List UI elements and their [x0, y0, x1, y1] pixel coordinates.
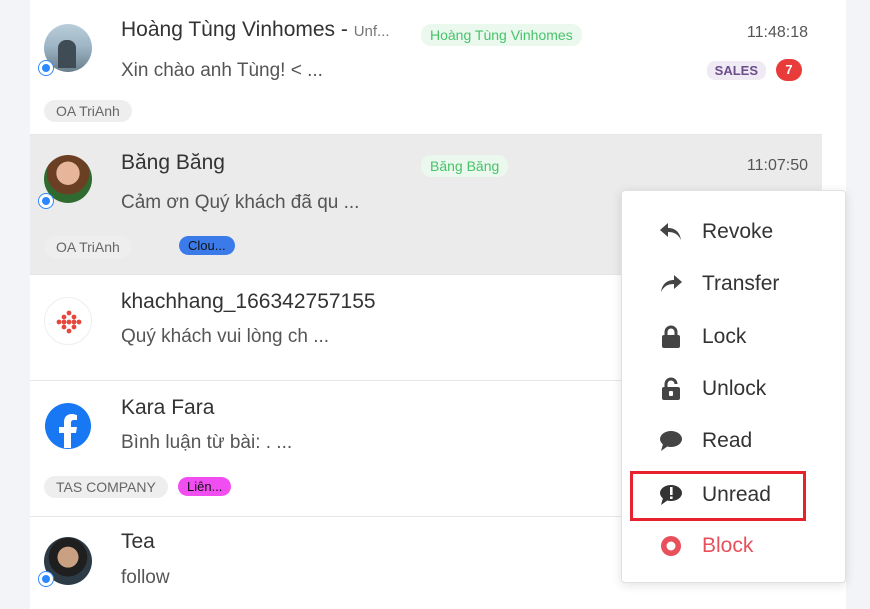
contact-tag: Băng Băng: [421, 155, 509, 177]
label-badge: SALES: [706, 61, 766, 80]
message-preview: Xin chào anh Tùng! < ...: [121, 60, 323, 81]
message-preview: Quý khách vui lòng ch ...: [121, 326, 330, 347]
unread-count-badge: 7: [776, 59, 802, 81]
transfer-icon: [658, 271, 684, 297]
contact-name: Tea: [121, 530, 155, 553]
menu-item-label: Read: [702, 429, 753, 452]
oa-tag: OA TriAnh: [44, 236, 132, 258]
menu-item-transfer[interactable]: Transfer: [622, 258, 845, 310]
contact-name: khachhang_166342757155: [121, 290, 376, 313]
message-preview: Cảm ơn Quý khách đã qu ...: [121, 192, 360, 213]
menu-item-label: Unlock: [702, 377, 767, 400]
contact-name: Kara Fara: [121, 396, 215, 419]
contact-name-suffix: Unf...: [353, 23, 390, 40]
label-pill: Clou...: [179, 236, 235, 255]
zalo-icon: [38, 571, 54, 587]
zalo-icon: [38, 60, 54, 76]
lock-icon: [658, 324, 684, 350]
contact-name: Băng Băng: [121, 151, 225, 174]
context-menu: Revoke Transfer Lock Unlock Read Unread: [621, 190, 846, 583]
unlock-icon: [658, 376, 684, 402]
read-icon: [658, 428, 684, 454]
menu-item-block[interactable]: Block: [622, 520, 845, 572]
menu-item-label: Transfer: [702, 272, 780, 295]
zalo-icon: [38, 193, 54, 209]
menu-item-unlock[interactable]: Unlock: [622, 363, 845, 415]
menu-item-revoke[interactable]: Revoke: [622, 206, 845, 258]
scrollbar[interactable]: [846, 0, 870, 609]
oa-tag: TAS COMPANY: [44, 476, 168, 498]
message-time: 11:48:18: [746, 24, 808, 41]
message-time: 11:07:50: [746, 157, 808, 174]
oa-tag: OA TriAnh: [44, 100, 132, 122]
message-preview: follow: [121, 567, 170, 588]
menu-item-label: Revoke: [702, 220, 774, 243]
message-preview: Bình luận từ bài: . ...: [121, 432, 293, 453]
avatar: [44, 402, 92, 450]
menu-item-read[interactable]: Read: [622, 415, 845, 467]
avatar: [44, 297, 92, 345]
label-pill: Liên...: [178, 477, 232, 496]
block-icon: [658, 533, 684, 559]
brand-logo-icon: [56, 310, 82, 334]
contact-tag: Hoàng Tùng Vinhomes: [421, 24, 582, 46]
highlight-box: [630, 471, 806, 521]
facebook-icon: [45, 403, 91, 449]
revoke-icon: [658, 219, 684, 245]
menu-item-label: Block: [702, 534, 754, 557]
menu-item-lock[interactable]: Lock: [622, 311, 845, 363]
conversation-row[interactable]: Hoàng Tùng Vinhomes - Unf... Hoàng Tùng …: [30, 0, 822, 135]
menu-item-label: Lock: [702, 325, 747, 348]
contact-name: Hoàng Tùng Vinhomes - Unf...: [121, 18, 390, 41]
